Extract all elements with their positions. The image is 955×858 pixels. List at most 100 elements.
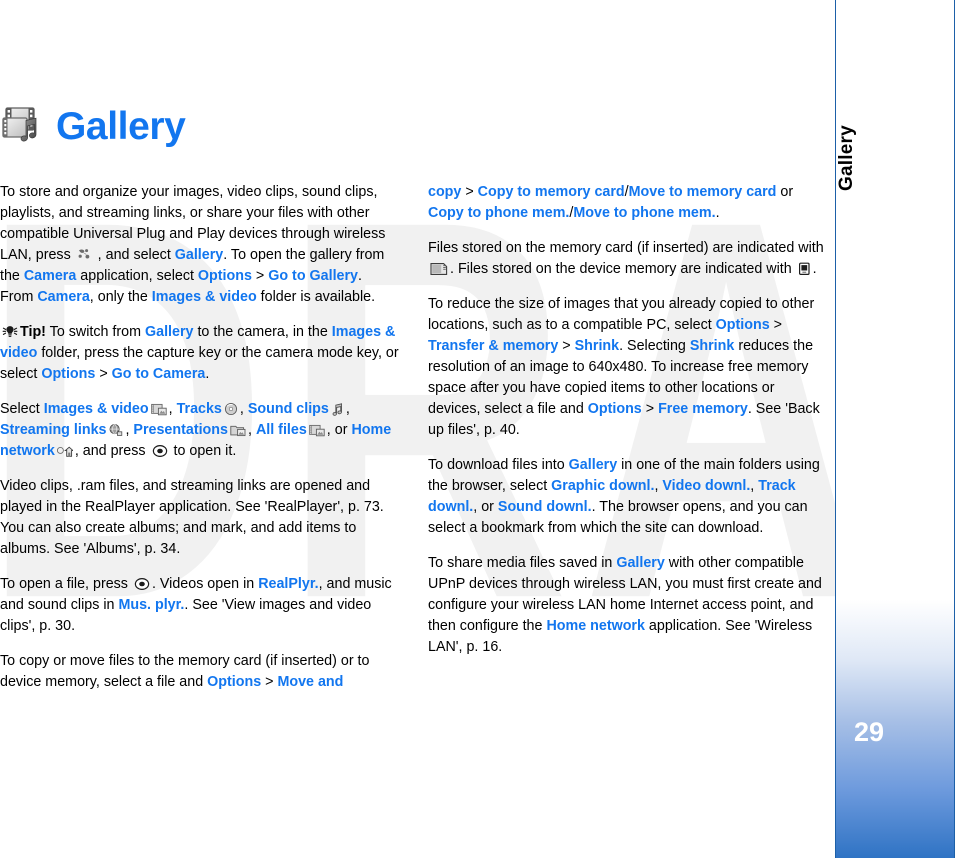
ui-term: RealPlyr. bbox=[258, 576, 319, 592]
tracks-cd-icon bbox=[224, 402, 238, 416]
home-network-house-icon bbox=[56, 444, 73, 458]
paragraph-tip: Tip! To switch from Gallery to the camer… bbox=[0, 322, 399, 385]
chapter-sidebar: Gallery 29 bbox=[835, 0, 955, 858]
ui-term: Images & video bbox=[43, 401, 149, 417]
ui-term: Tracks bbox=[176, 401, 222, 417]
ui-term: Streaming links bbox=[0, 422, 107, 438]
text-run: , bbox=[168, 401, 177, 417]
ui-term: Gallery bbox=[616, 555, 665, 571]
ui-term: Options bbox=[197, 268, 252, 284]
ui-term: Go to Gallery bbox=[268, 268, 359, 284]
ui-term: Transfer & memory bbox=[428, 338, 559, 354]
ui-term: Images & video bbox=[151, 289, 257, 305]
text-run: , or bbox=[473, 499, 498, 515]
ui-term: All files bbox=[255, 422, 307, 438]
all-files-folder-icon bbox=[308, 423, 325, 437]
ui-term: Options bbox=[715, 317, 770, 333]
left-text-column: To store and organize your images, video… bbox=[0, 182, 399, 693]
streaming-links-globe-icon bbox=[108, 423, 123, 437]
menu-key-icon bbox=[77, 248, 92, 262]
separator: > bbox=[641, 401, 659, 417]
ui-term: copy bbox=[428, 184, 462, 200]
ui-term: Sound clips bbox=[247, 401, 329, 417]
text-run: to the camera, in the bbox=[193, 324, 332, 340]
ui-term: Move and bbox=[277, 674, 344, 690]
paragraph-folder-list: Select Images & video, Tracks, Sound cli… bbox=[0, 399, 399, 462]
ui-term: Graphic downl. bbox=[551, 478, 655, 494]
paragraph-intro: To store and organize your images, video… bbox=[0, 182, 399, 308]
tip-label: Tip! bbox=[20, 324, 46, 340]
text-run: application, select bbox=[76, 268, 198, 284]
text-run: , and press bbox=[74, 443, 150, 459]
ui-term: Copy to memory card bbox=[477, 184, 625, 200]
paragraph-download: To download files into Gallery in one of… bbox=[428, 455, 827, 539]
ui-term: Free memory bbox=[658, 401, 748, 417]
ui-term: Video downl. bbox=[662, 478, 751, 494]
page-number: 29 bbox=[854, 717, 885, 747]
separator: > bbox=[251, 268, 269, 284]
ui-term: Options bbox=[587, 401, 642, 417]
text-run: Files stored on the memory card (if inse… bbox=[428, 240, 824, 256]
text-run: To share media files saved in bbox=[428, 555, 617, 571]
ui-term: Options bbox=[41, 366, 96, 382]
separator: > bbox=[461, 184, 478, 200]
text-run: to open it. bbox=[169, 443, 237, 459]
text-run: Select bbox=[0, 401, 44, 417]
paragraph-realplayer: Video clips, .ram files, and streaming l… bbox=[0, 478, 384, 557]
text-run: folder is available. bbox=[256, 289, 376, 305]
ui-term: Presentations bbox=[133, 422, 228, 438]
paragraph-copy-move: To copy or move files to the memory card… bbox=[0, 651, 399, 693]
ui-term: Options bbox=[207, 674, 262, 690]
text-run: , and select bbox=[93, 247, 175, 263]
scroll-key-center-icon bbox=[152, 444, 168, 458]
ui-term: Gallery bbox=[174, 247, 224, 263]
sidebar-chapter-label: Gallery bbox=[836, 125, 857, 191]
paragraph-storage-indicators: Files stored on the memory card (if inse… bbox=[428, 238, 827, 280]
text-run: To switch from bbox=[45, 324, 145, 340]
text-run: , only the bbox=[89, 289, 152, 305]
text-run: . bbox=[205, 366, 210, 382]
ui-term: Gallery bbox=[145, 324, 194, 340]
text-run: . Videos open in bbox=[151, 576, 259, 592]
paragraph-copy-continuation: copy > Copy to memory card/Move to memor… bbox=[428, 182, 827, 224]
text-run: To download files into bbox=[428, 457, 569, 473]
ui-term: Mus. plyr. bbox=[118, 597, 185, 613]
paragraph-share-upnp: To share media files saved in Gallery wi… bbox=[428, 553, 827, 658]
ui-term: Sound downl. bbox=[497, 499, 592, 515]
page-title: Gallery bbox=[56, 104, 186, 148]
text-run: or bbox=[776, 184, 794, 200]
ui-term: Shrink bbox=[574, 338, 620, 354]
text-run: To open a file, press bbox=[0, 576, 132, 592]
separator: > bbox=[95, 366, 112, 382]
presentations-folder-icon bbox=[230, 423, 246, 437]
text-run: . Files stored on the device memory are … bbox=[450, 261, 796, 277]
gallery-filmstrip-note-icon bbox=[0, 104, 44, 148]
ui-term: Home network bbox=[546, 618, 645, 634]
ui-term: Gallery bbox=[568, 457, 618, 473]
ui-term: Camera bbox=[23, 268, 77, 284]
memory-card-icon bbox=[430, 262, 448, 276]
manual-page: Gallery To store and organize your image… bbox=[0, 0, 955, 858]
sound-clips-note-icon bbox=[331, 402, 344, 416]
text-run: , bbox=[345, 401, 350, 417]
paragraph-shrink: To reduce the size of images that you al… bbox=[428, 294, 827, 441]
text-run: , bbox=[247, 422, 256, 438]
paragraph-open-file: To open a file, press . Videos open in R… bbox=[0, 574, 399, 637]
ui-term: Move to phone mem. bbox=[573, 205, 716, 221]
text-run: . bbox=[812, 261, 817, 277]
text-run: , or bbox=[326, 422, 352, 438]
ui-term: Copy to phone mem. bbox=[428, 205, 570, 221]
text-run: , bbox=[239, 401, 248, 417]
page-heading: Gallery bbox=[0, 104, 186, 148]
device-memory-icon bbox=[798, 262, 811, 276]
separator: > bbox=[558, 338, 575, 354]
images-and-video-folder-icon bbox=[150, 402, 167, 416]
right-text-column: copy > Copy to memory card/Move to memor… bbox=[428, 182, 827, 658]
text-run: . bbox=[715, 205, 720, 221]
ui-term: Shrink bbox=[689, 338, 735, 354]
tip-lightbulb-icon bbox=[2, 324, 18, 339]
ui-term: Move to memory card bbox=[628, 184, 777, 200]
separator: > bbox=[261, 674, 278, 690]
ui-term: Go to Camera bbox=[111, 366, 206, 382]
scroll-key-center-icon bbox=[134, 577, 150, 591]
